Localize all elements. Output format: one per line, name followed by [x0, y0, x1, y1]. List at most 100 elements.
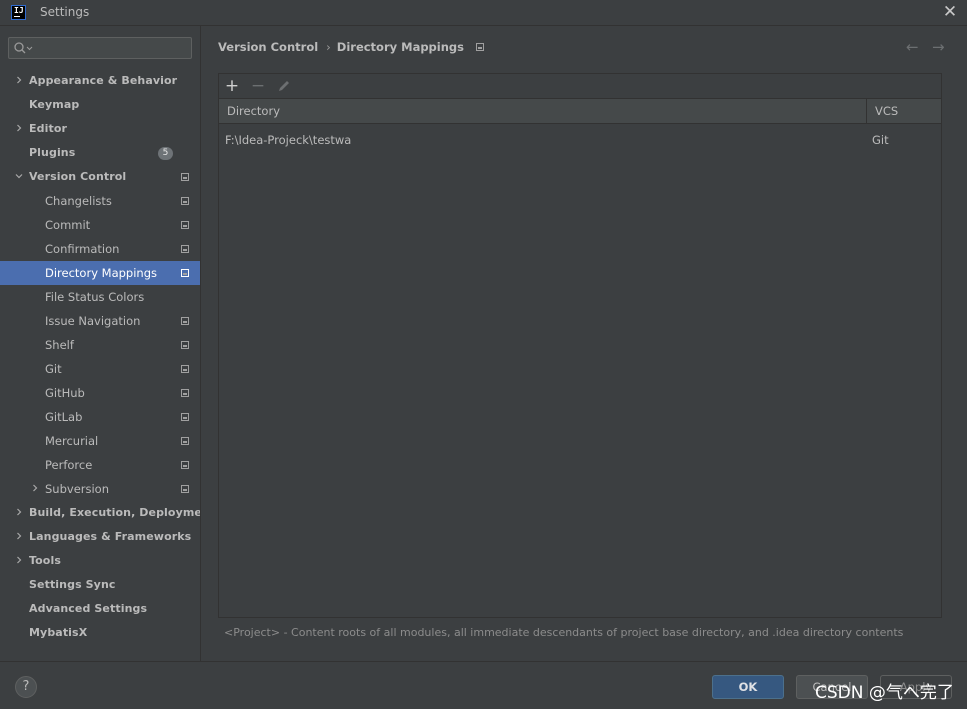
sidebar-item-label: Tools: [29, 554, 61, 567]
chevron-right-icon[interactable]: [15, 124, 23, 132]
remove-button[interactable]: −: [249, 77, 267, 95]
sidebar-item-directory-mappings[interactable]: Directory Mappings: [0, 261, 200, 285]
breadcrumb: Version Control › Directory Mappings: [218, 40, 484, 56]
sidebar-item-label: Build, Execution, Deployment: [29, 506, 216, 519]
sidebar-item-tools[interactable]: Tools: [0, 549, 200, 573]
sidebar-item-github[interactable]: GitHub: [0, 381, 200, 405]
sidebar-item-label: Git: [45, 362, 62, 376]
table-row[interactable]: F:\Idea-Projeck\testwa Git: [219, 130, 941, 150]
sidebar-item-label: Version Control: [29, 170, 127, 183]
watermark: CSDN @气へ完了: [815, 683, 954, 703]
sidebar-item-label: Confirmation: [45, 242, 120, 256]
settings-sidebar: Appearance & Behavior Keymap Editor Plugins…: [0, 26, 215, 661]
sidebar-item-shelf[interactable]: Shelf: [0, 333, 200, 357]
edit-button[interactable]: [275, 77, 293, 95]
update-count-badge: 5: [158, 147, 173, 160]
sidebar-item-issue-navigation[interactable]: Issue Navigation: [0, 309, 200, 333]
project-scope-icon: [181, 317, 189, 325]
chevron-right-icon[interactable]: [31, 484, 39, 492]
sidebar-item-languages-frameworks[interactable]: Languages & Frameworks: [0, 525, 200, 549]
project-scope-icon: [181, 461, 189, 469]
sidebar-item-label: Issue Navigation: [45, 314, 141, 328]
table-body: F:\Idea-Projeck\testwa Git: [219, 124, 941, 617]
cell-directory: F:\Idea-Projeck\testwa: [225, 133, 352, 147]
sidebar-item-subversion[interactable]: Subversion: [0, 477, 200, 501]
sidebar-item-perforce[interactable]: Perforce: [0, 453, 200, 477]
cell-vcs: Git: [872, 133, 889, 147]
pencil-icon: [279, 81, 289, 91]
add-button[interactable]: +: [223, 77, 241, 95]
project-scope-icon: [181, 485, 189, 493]
intellij-logo-icon: IJ: [11, 5, 26, 20]
sidebar-item-mybatisx[interactable]: MybatisX: [0, 621, 200, 645]
breadcrumb-parent[interactable]: Version Control: [218, 40, 318, 54]
sidebar-item-commit[interactable]: Commit: [0, 213, 200, 237]
ok-button[interactable]: OK: [712, 675, 784, 699]
search-input[interactable]: [8, 37, 192, 59]
sidebar-item-label: Mercurial: [45, 434, 99, 448]
sidebar-item-label: Appearance & Behavior: [29, 74, 178, 87]
sidebar-item-label: Changelists: [45, 194, 112, 208]
project-scope-icon: [181, 389, 189, 397]
column-header-vcs[interactable]: VCS: [867, 99, 941, 123]
sidebar-item-plugins[interactable]: Plugins 5: [0, 141, 200, 165]
sidebar-item-confirmation[interactable]: Confirmation: [0, 237, 200, 261]
project-scope-icon: [476, 43, 484, 51]
chevron-right-icon: ›: [326, 40, 331, 54]
sidebar-item-label: Directory Mappings: [45, 266, 158, 280]
chevron-right-icon[interactable]: [15, 532, 23, 540]
project-scope-icon: [181, 269, 189, 277]
chevron-down-icon[interactable]: [15, 172, 23, 180]
sidebar-item-version-control[interactable]: Version Control: [0, 165, 200, 189]
forward-arrow-icon[interactable]: →: [932, 38, 945, 56]
sidebar-item-label: Languages & Frameworks: [29, 530, 192, 543]
sidebar-item-changelists[interactable]: Changelists: [0, 189, 200, 213]
table-header: Directory VCS: [219, 98, 941, 124]
title-bar: IJ Settings ✕: [0, 0, 967, 26]
sidebar-item-label: Shelf: [45, 338, 74, 352]
project-scope-icon: [181, 413, 189, 421]
sidebar-item-git[interactable]: Git: [0, 357, 200, 381]
sidebar-item-label: GitLab: [45, 410, 83, 424]
sidebar-item-editor[interactable]: Editor: [0, 117, 200, 141]
sidebar-item-label: Plugins: [29, 146, 76, 159]
project-scope-icon: [181, 437, 189, 445]
sidebar-item-label: GitHub: [45, 386, 85, 400]
project-scope-icon: [181, 245, 189, 253]
table-toolbar: + −: [219, 74, 941, 98]
sidebar-item-file-status-colors[interactable]: File Status Colors: [0, 285, 200, 309]
help-button[interactable]: ?: [15, 676, 37, 698]
sidebar-item-gitlab[interactable]: GitLab: [0, 405, 200, 429]
dialog-footer: ? OK Cancel Apply CSDN @气へ完了: [0, 661, 967, 709]
chevron-right-icon[interactable]: [15, 508, 23, 516]
sidebar-item-build-execution-deployment[interactable]: Build, Execution, Deployment: [0, 501, 215, 525]
sidebar-item-label: File Status Colors: [45, 290, 145, 304]
window-title: Settings: [40, 5, 90, 19]
column-header-directory[interactable]: Directory: [219, 99, 866, 123]
breadcrumb-current: Directory Mappings: [336, 40, 464, 54]
project-scope-icon: [181, 173, 189, 181]
sidebar-item-label: Subversion: [45, 482, 110, 496]
project-scope-icon: [181, 341, 189, 349]
sidebar-item-label: Advanced Settings: [29, 602, 148, 615]
sidebar-item-label: Perforce: [45, 458, 93, 472]
close-icon[interactable]: ✕: [942, 3, 958, 21]
chevron-right-icon[interactable]: [15, 556, 23, 564]
project-scope-icon: [181, 221, 189, 229]
sidebar-item-label: Keymap: [29, 98, 80, 111]
back-arrow-icon[interactable]: ←: [906, 38, 919, 56]
sidebar-item-label: Commit: [45, 218, 91, 232]
sidebar-item-mercurial[interactable]: Mercurial: [0, 429, 200, 453]
project-scope-icon: [181, 365, 189, 373]
sidebar-item-advanced-settings[interactable]: Advanced Settings: [0, 597, 200, 621]
directory-mappings-panel: + − Directory VCS F:\Idea-Projeck\testwa…: [218, 73, 942, 618]
chevron-right-icon[interactable]: [15, 76, 23, 84]
project-scope-icon: [181, 197, 189, 205]
search-icon: [14, 42, 33, 54]
settings-content: Version Control › Directory Mappings ← → +…: [200, 26, 967, 661]
sidebar-item-keymap[interactable]: Keymap: [0, 93, 200, 117]
sidebar-item-appearance-behavior[interactable]: Appearance & Behavior: [0, 69, 200, 93]
sidebar-item-settings-sync[interactable]: Settings Sync: [0, 573, 200, 597]
sidebar-item-label: Settings Sync: [29, 578, 116, 591]
sidebar-item-label: MybatisX: [29, 626, 88, 639]
